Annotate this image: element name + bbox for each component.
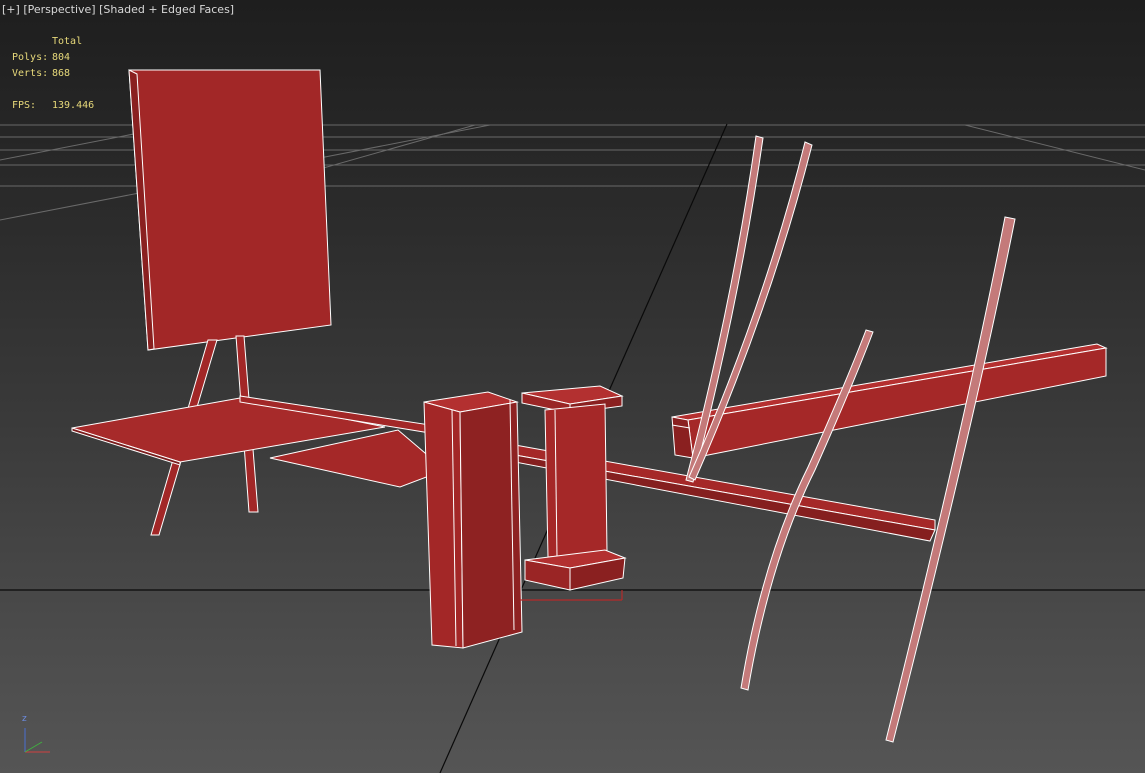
viewport-shading-menu[interactable]: [Shaded + Edged Faces] <box>99 3 234 16</box>
stats-fps-row: FPS: 139.446 <box>12 98 122 114</box>
short-web <box>544 403 608 558</box>
ibeam-flange <box>459 401 523 649</box>
ibeam-web <box>423 401 464 649</box>
grid-line <box>964 124 1145 171</box>
fps-label: FPS: <box>12 100 37 111</box>
viewport-point-of-view-menu[interactable]: [Perspective] <box>23 3 95 16</box>
scene-canvas[interactable] <box>0 0 1145 773</box>
viewport-perspective[interactable]: [+] [Perspective] [Shaded + Edged Faces]… <box>0 0 1145 773</box>
viewport-label: [+] [Perspective] [Shaded + Edged Faces] <box>2 3 234 16</box>
viewport-general-menu[interactable]: [+] <box>2 3 20 16</box>
object-back-panel[interactable] <box>128 69 332 351</box>
polys-value: 804 <box>52 52 71 63</box>
polys-label: Polys: <box>12 52 49 63</box>
verts-value: 868 <box>52 68 71 79</box>
verts-label: Verts: <box>12 68 49 79</box>
stats-overlay: Total Polys: 804 Verts: 868 FPS: 139.446 <box>12 34 122 114</box>
object-i-beam-short[interactable] <box>521 385 627 591</box>
selection-bracket <box>520 590 623 601</box>
object-i-beam-tall[interactable] <box>423 391 523 649</box>
stats-verts-row: Verts: 868 <box>12 66 122 82</box>
panel-front <box>128 69 332 351</box>
fps-value: 139.446 <box>52 100 95 111</box>
stats-header: Total <box>52 36 83 47</box>
stats-header-row: Total <box>12 34 122 50</box>
stats-polys-row: Polys: 804 <box>12 50 122 66</box>
gizmo-y-axis <box>24 741 43 753</box>
gizmo-z-label: z <box>22 714 27 724</box>
axis-gizmo <box>24 728 50 753</box>
rod-4 <box>885 216 1016 743</box>
